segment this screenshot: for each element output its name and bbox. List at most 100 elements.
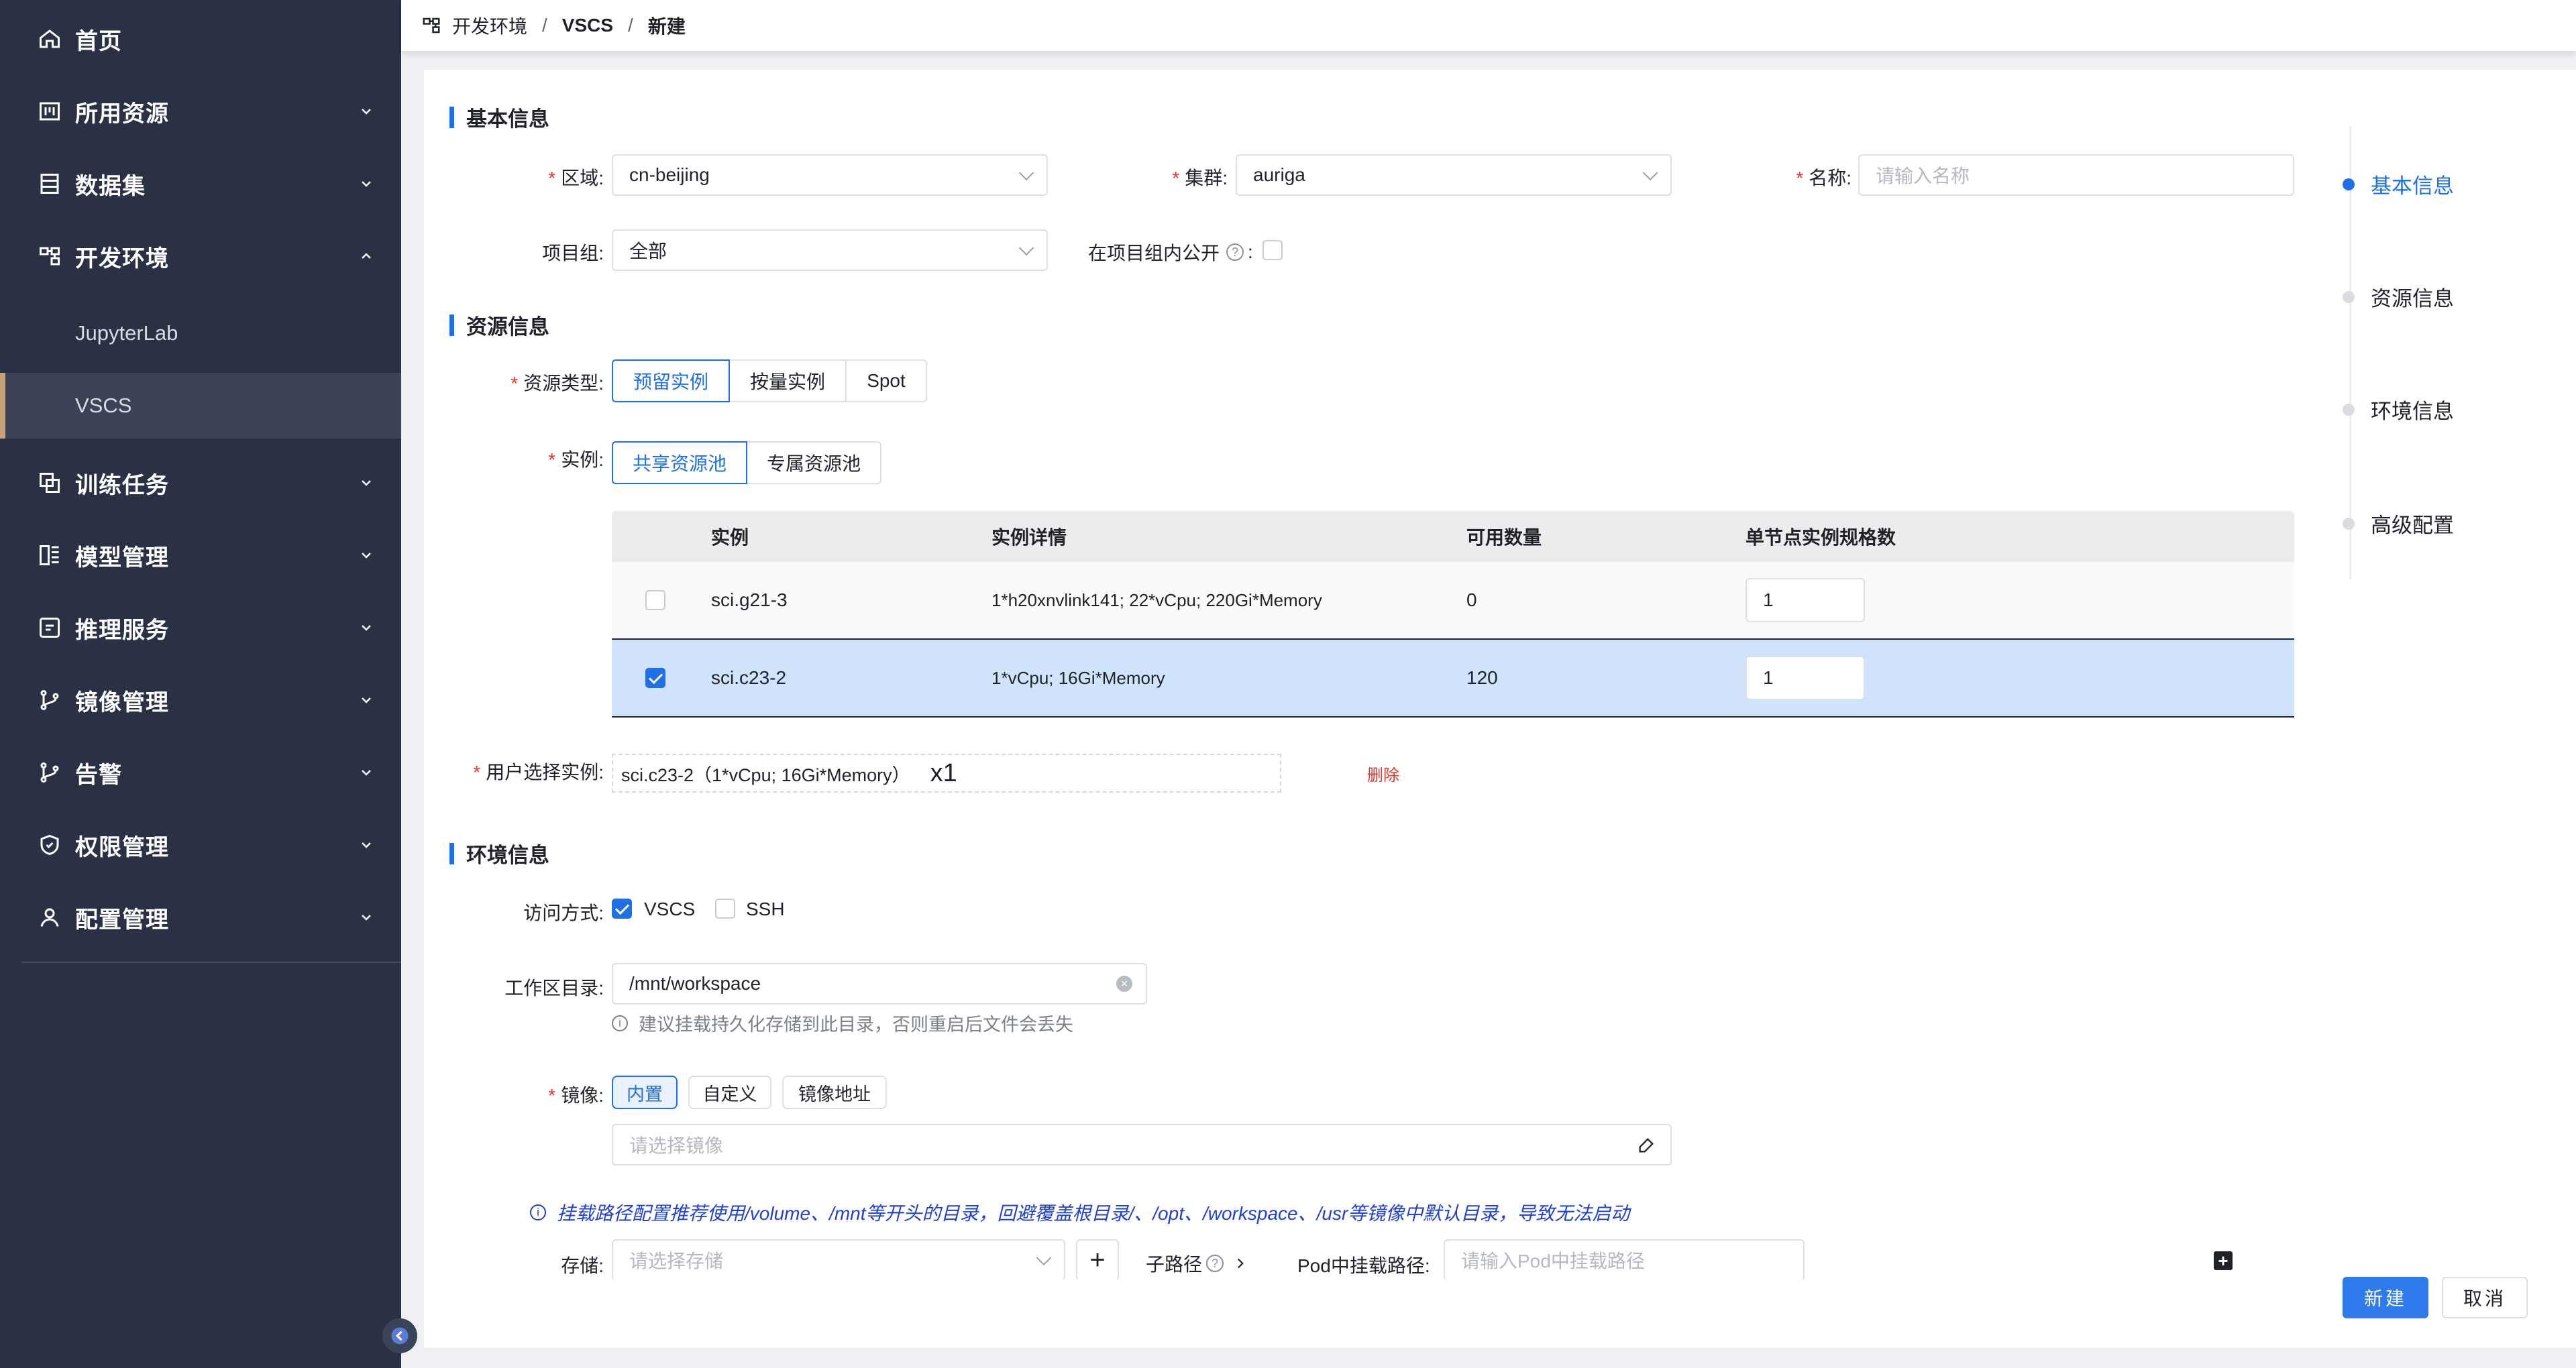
delete-link[interactable]: 删除 (1367, 762, 1399, 785)
name-input[interactable]: 请输入名称 (1858, 154, 2294, 196)
anchor-dot (2343, 178, 2355, 190)
available-count: 0 (1466, 589, 1477, 610)
anchor-basic[interactable]: 基本信息 (2343, 169, 2454, 199)
sidebar-item-model[interactable]: 模型管理 (0, 519, 401, 591)
create-button[interactable]: 新建 (2343, 1277, 2428, 1318)
group-select[interactable]: 全部 (612, 229, 1048, 271)
table-row[interactable]: sci.c23-2 1*vCpu; 16Gi*Memory 120 1 (612, 640, 2294, 718)
workspace-label-text: 工作区目录 (504, 978, 599, 999)
workspace-hint: i 建议挂载持久化存储到此目录，否则重启后文件会丢失 (612, 1010, 1073, 1036)
table-row[interactable]: sci.g21-3 1*h20xnvlink141; 22*vCpu; 220G… (612, 562, 2294, 640)
sidebar-subitem-label: JupyterLab (75, 321, 178, 345)
subpath-label[interactable]: 子路径 ? (1146, 1250, 1248, 1277)
pool-dedicated[interactable]: 专属资源池 (746, 441, 881, 484)
image-tab-custom[interactable]: 自定义 (688, 1076, 771, 1109)
resource-type-ondemand[interactable]: 按量实例 (729, 359, 847, 402)
sidebar-item-home[interactable]: 首页 (0, 3, 401, 75)
clear-icon[interactable]: × (1116, 976, 1132, 992)
region-value: cn-beijing (629, 164, 710, 185)
sidebar-item-label: 开发环境 (75, 245, 169, 272)
anchor-env[interactable]: 环境信息 (2343, 394, 2454, 424)
help-icon[interactable]: ? (1226, 243, 1244, 261)
cluster-select[interactable]: auriga (1236, 154, 1672, 196)
workspace-hint-text: 建议挂载持久化存储到此目录，否则重启后文件会丢失 (639, 1015, 1073, 1035)
quantity-input[interactable]: 1 (1746, 578, 1865, 622)
edit-icon[interactable] (1637, 1136, 1656, 1155)
column-header: 实例 (711, 527, 749, 548)
sidebar-item-config[interactable]: 配置管理 (0, 881, 401, 954)
storage-select[interactable]: 请选择存储 (612, 1239, 1065, 1281)
image-label: * 镜像: (548, 1085, 604, 1106)
image-tab-builtin[interactable]: 内置 (612, 1076, 678, 1109)
image-tab-address[interactable]: 镜像地址 (782, 1076, 887, 1109)
anchor-advanced[interactable]: 高级配置 (2343, 508, 2454, 538)
sidebar: 首页 所用资源 数据集 开发环境 JupyterLab VSCS 训练任务 模型… (0, 0, 417, 1368)
dev-env-icon (40, 247, 60, 266)
workspace-label: 工作区目录: (504, 978, 604, 999)
breadcrumb-mid[interactable]: VSCS (562, 15, 613, 36)
sidebar-subitem-jupyterlab[interactable]: JupyterLab (0, 300, 401, 366)
image-label-text: 镜像 (561, 1085, 599, 1106)
mount-notice-text: 挂载路径配置推荐使用/volume、/mnt等开头的目录，回避覆盖根目录/、/o… (557, 1203, 1630, 1224)
sidebar-item-permission[interactable]: 权限管理 (0, 809, 401, 881)
sidebar-item-inference[interactable]: 推理服务 (0, 591, 401, 664)
info-icon: i (530, 1204, 546, 1220)
chevron-down-icon (362, 915, 371, 921)
home-icon (40, 30, 60, 48)
pod-path-placeholder: 请输入Pod中挂载路径 (1461, 1251, 1645, 1271)
sidebar-subitem-vscs[interactable]: VSCS (0, 373, 401, 439)
chevron-down-icon (362, 770, 371, 776)
anchor-resource[interactable]: 资源信息 (2343, 282, 2454, 312)
instance-table: 实例 实例详情 可用数量 单节点实例规格数 sci.g21-3 1*h20xnv… (612, 511, 2294, 718)
public-label-text: 在项目组内公开 (1088, 243, 1220, 264)
image-select[interactable]: 请选择镜像 (612, 1124, 1672, 1165)
section-title-text: 环境信息 (466, 844, 549, 867)
sidebar-item-alert[interactable]: 告警 (0, 736, 401, 809)
add-storage-button[interactable]: + (1076, 1239, 1119, 1281)
public-checkbox[interactable] (1263, 240, 1283, 260)
shield-icon (40, 834, 59, 856)
anchor-label: 高级配置 (2371, 514, 2454, 537)
sidebar-item-dataset[interactable]: 数据集 (0, 148, 401, 220)
sidebar-item-label: 训练任务 (75, 472, 169, 498)
chevron-down-icon (362, 181, 371, 187)
access-ssh-checkbox[interactable] (715, 899, 735, 919)
region-select[interactable]: cn-beijing (612, 154, 1048, 196)
access-label-text: 访问方式 (523, 903, 599, 923)
help-icon[interactable]: ? (1206, 1255, 1224, 1272)
sidebar-item-dev-env[interactable]: 开发环境 (0, 220, 401, 292)
table-header: 实例 实例详情 可用数量 单节点实例规格数 (612, 511, 2294, 562)
row-checkbox[interactable] (645, 668, 665, 688)
model-icon (40, 545, 59, 565)
storage-placeholder: 请选择存储 (629, 1251, 724, 1271)
resource-icon (40, 102, 60, 121)
chevron-down-icon (1018, 240, 1034, 256)
branch-icon (40, 762, 59, 783)
sidebar-collapse-button[interactable] (382, 1318, 417, 1353)
chevron-down-icon (362, 109, 371, 115)
breadcrumb-root[interactable]: 开发环境 (452, 12, 527, 39)
cancel-button[interactable]: 取消 (2442, 1277, 2528, 1318)
sidebar-item-training[interactable]: 训练任务 (0, 447, 401, 519)
resource-type-spot[interactable]: Spot (845, 359, 927, 402)
breadcrumb-separator: / (542, 15, 547, 36)
resource-type-reserved[interactable]: 预留实例 (612, 359, 730, 402)
user-icon (40, 908, 59, 927)
row-checkbox[interactable] (645, 590, 665, 610)
breadcrumb-separator: / (628, 15, 633, 36)
name-placeholder: 请输入名称 (1876, 166, 1970, 186)
section-title-env: 环境信息 (449, 838, 549, 868)
sidebar-item-image[interactable]: 镜像管理 (0, 664, 401, 736)
sidebar-item-resources[interactable]: 所用资源 (0, 75, 401, 148)
chevron-down-icon (362, 480, 371, 486)
access-ssh-label: SSH (746, 899, 785, 919)
workspace-input[interactable]: /mnt/workspace × (612, 963, 1147, 1005)
anchor-dot (2343, 403, 2355, 416)
pod-path-input[interactable]: 请输入Pod中挂载路径 (1444, 1239, 1805, 1281)
add-mount-icon[interactable]: + (2214, 1251, 2233, 1270)
column-header: 实例详情 (991, 527, 1067, 548)
quantity-input[interactable]: 1 (1746, 656, 1865, 700)
training-icon (40, 473, 60, 493)
pool-shared[interactable]: 共享资源池 (612, 441, 747, 484)
access-vscs-checkbox[interactable] (612, 899, 632, 919)
